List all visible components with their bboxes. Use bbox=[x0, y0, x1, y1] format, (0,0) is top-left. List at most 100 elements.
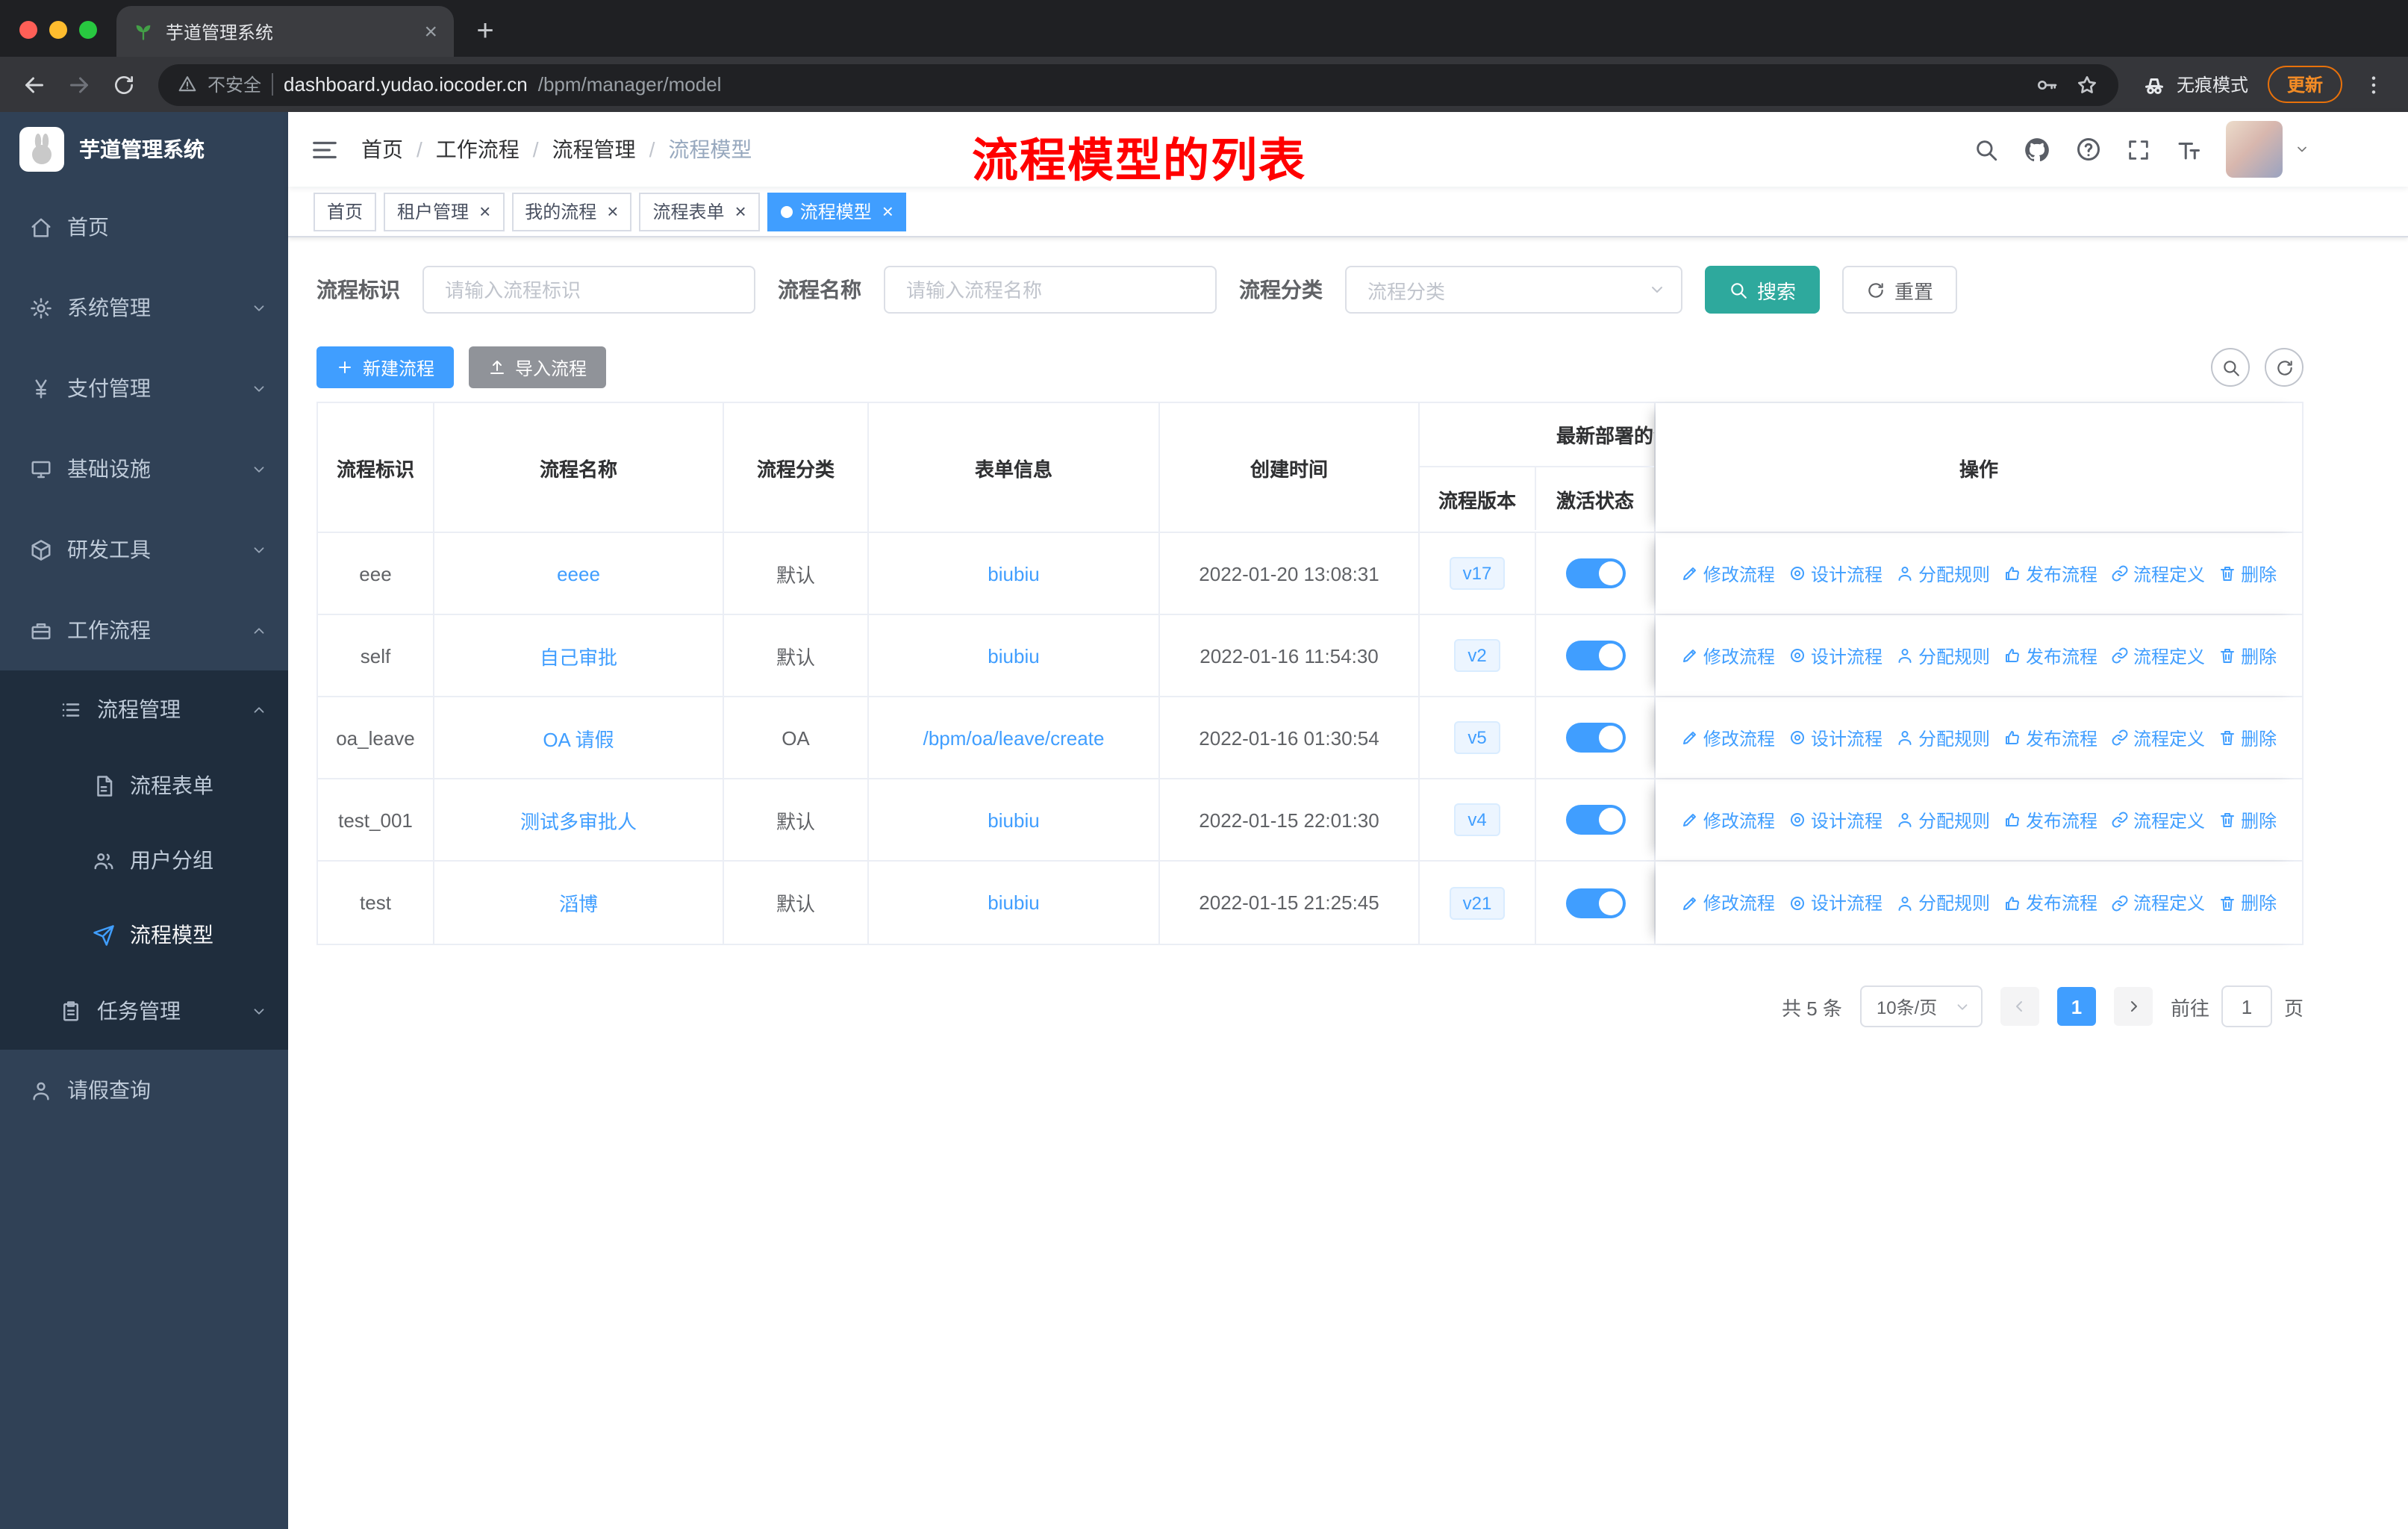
row-action-0[interactable]: 修改流程 bbox=[1681, 643, 1775, 668]
row-action-0[interactable]: 修改流程 bbox=[1681, 890, 1775, 915]
close-tag-icon[interactable]: × bbox=[735, 202, 746, 221]
new-tab-button[interactable]: + bbox=[463, 9, 508, 54]
page-size-select[interactable]: 10条/页 bbox=[1859, 985, 1983, 1027]
import-process-button[interactable]: 导入流程 bbox=[469, 346, 607, 388]
bookmark-star-icon[interactable] bbox=[2075, 72, 2099, 96]
zoom-window-button[interactable] bbox=[79, 21, 97, 39]
github-icon[interactable] bbox=[2023, 135, 2051, 164]
process-name-link[interactable]: 自己审批 bbox=[540, 641, 617, 670]
tag-4[interactable]: 流程模型 × bbox=[767, 192, 907, 231]
row-action-5[interactable]: 删除 bbox=[2218, 643, 2277, 668]
active-toggle[interactable] bbox=[1565, 723, 1625, 753]
reload-button[interactable] bbox=[102, 62, 146, 107]
form-link[interactable]: /bpm/oa/leave/create bbox=[923, 726, 1105, 749]
password-key-icon[interactable] bbox=[2035, 72, 2059, 96]
sidebar-item-8[interactable]: 用户分组 bbox=[0, 823, 288, 897]
close-window-button[interactable] bbox=[19, 21, 37, 39]
next-page-button[interactable] bbox=[2113, 987, 2153, 1026]
version-badge[interactable]: v5 bbox=[1454, 721, 1500, 754]
row-action-3[interactable]: 发布流程 bbox=[2003, 643, 2097, 668]
version-badge[interactable]: v2 bbox=[1454, 639, 1500, 672]
reset-button[interactable]: 重置 bbox=[1842, 266, 1958, 314]
row-action-0[interactable]: 修改流程 bbox=[1681, 561, 1775, 586]
fullscreen-icon[interactable] bbox=[2126, 137, 2151, 162]
row-action-0[interactable]: 修改流程 bbox=[1681, 807, 1775, 832]
prev-page-button[interactable] bbox=[2000, 987, 2039, 1026]
row-action-4[interactable]: 流程定义 bbox=[2111, 561, 2205, 586]
category-select[interactable]: 流程分类 bbox=[1345, 266, 1682, 314]
row-action-1[interactable]: 设计流程 bbox=[1788, 561, 1883, 586]
row-action-4[interactable]: 流程定义 bbox=[2111, 890, 2205, 915]
process-name-link[interactable]: 测试多审批人 bbox=[520, 806, 637, 834]
close-tag-icon[interactable]: × bbox=[479, 202, 490, 221]
breadcrumb-item-home[interactable]: 首页 bbox=[361, 134, 403, 164]
form-link[interactable]: biubiu bbox=[988, 809, 1039, 831]
active-toggle[interactable] bbox=[1565, 558, 1625, 588]
create-process-button[interactable]: 新建流程 bbox=[316, 346, 455, 388]
active-toggle[interactable] bbox=[1565, 805, 1625, 835]
close-tab-icon[interactable]: × bbox=[424, 20, 437, 43]
active-toggle[interactable] bbox=[1565, 641, 1625, 670]
breadcrumb-item-process-mgmt[interactable]: 流程管理 bbox=[552, 134, 636, 164]
row-action-1[interactable]: 设计流程 bbox=[1788, 643, 1883, 668]
row-action-5[interactable]: 删除 bbox=[2218, 561, 2277, 586]
sidebar-item-7[interactable]: 流程表单 bbox=[0, 748, 288, 823]
search-button[interactable]: 搜索 bbox=[1705, 266, 1821, 314]
tag-0[interactable]: 首页 bbox=[314, 192, 377, 231]
browser-update-button[interactable]: 更新 bbox=[2267, 66, 2342, 103]
row-action-5[interactable]: 删除 bbox=[2218, 807, 2277, 832]
font-size-icon[interactable] bbox=[2175, 136, 2202, 163]
close-tag-icon[interactable]: × bbox=[607, 202, 618, 221]
sidebar-item-4[interactable]: 研发工具 bbox=[0, 509, 288, 590]
goto-page-input[interactable] bbox=[2221, 985, 2272, 1027]
address-bar[interactable]: 不安全 dashboard.yudao.iocoder.cn/bpm/manag… bbox=[158, 63, 2118, 105]
row-action-1[interactable]: 设计流程 bbox=[1788, 890, 1883, 915]
breadcrumb-item-workflow[interactable]: 工作流程 bbox=[436, 134, 520, 164]
avatar-caret-icon[interactable] bbox=[2295, 142, 2309, 157]
sidebar-item-3[interactable]: 基础设施 bbox=[0, 429, 288, 509]
version-badge[interactable]: v17 bbox=[1449, 557, 1506, 590]
sidebar-item-9[interactable]: 流程模型 bbox=[0, 897, 288, 972]
sidebar-item-6[interactable]: 流程管理 bbox=[0, 670, 288, 748]
page-number-current[interactable]: 1 bbox=[2056, 987, 2096, 1026]
process-name-input[interactable] bbox=[884, 266, 1217, 314]
row-action-4[interactable]: 流程定义 bbox=[2111, 725, 2205, 750]
tag-2[interactable]: 我的流程 × bbox=[511, 192, 632, 231]
close-tag-icon[interactable]: × bbox=[882, 202, 893, 221]
sidebar-item-10[interactable]: 任务管理 bbox=[0, 972, 288, 1050]
row-action-3[interactable]: 发布流程 bbox=[2003, 725, 2097, 750]
row-action-2[interactable]: 分配规则 bbox=[1896, 890, 1990, 915]
row-action-4[interactable]: 流程定义 bbox=[2111, 643, 2205, 668]
process-name-link[interactable]: 滔博 bbox=[559, 888, 598, 917]
form-link[interactable]: biubiu bbox=[988, 562, 1039, 585]
show-search-button[interactable] bbox=[2211, 348, 2250, 387]
sidebar-item-11[interactable]: 请假查询 bbox=[0, 1050, 288, 1130]
help-icon[interactable] bbox=[2075, 136, 2102, 163]
version-badge[interactable]: v21 bbox=[1449, 886, 1506, 919]
avatar[interactable] bbox=[2226, 121, 2283, 178]
row-action-3[interactable]: 发布流程 bbox=[2003, 890, 2097, 915]
process-key-input[interactable] bbox=[422, 266, 755, 314]
sidebar-item-0[interactable]: 首页 bbox=[0, 187, 288, 267]
row-action-3[interactable]: 发布流程 bbox=[2003, 807, 2097, 832]
forward-button[interactable] bbox=[57, 62, 102, 107]
version-badge[interactable]: v4 bbox=[1454, 803, 1500, 836]
sidebar-item-2[interactable]: 支付管理 bbox=[0, 348, 288, 429]
refresh-table-button[interactable] bbox=[2265, 348, 2303, 387]
form-link[interactable]: biubiu bbox=[988, 891, 1039, 914]
sidebar-item-1[interactable]: 系统管理 bbox=[0, 267, 288, 348]
row-action-0[interactable]: 修改流程 bbox=[1681, 725, 1775, 750]
process-name-link[interactable]: eeee bbox=[557, 562, 600, 585]
minimize-window-button[interactable] bbox=[49, 21, 67, 39]
row-action-2[interactable]: 分配规则 bbox=[1896, 561, 1990, 586]
row-action-1[interactable]: 设计流程 bbox=[1788, 725, 1883, 750]
row-action-5[interactable]: 删除 bbox=[2218, 890, 2277, 915]
back-button[interactable] bbox=[12, 62, 57, 107]
browser-menu-icon[interactable] bbox=[2351, 62, 2396, 107]
row-action-2[interactable]: 分配规则 bbox=[1896, 725, 1990, 750]
active-toggle[interactable] bbox=[1565, 888, 1625, 918]
form-link[interactable]: biubiu bbox=[988, 644, 1039, 667]
row-action-1[interactable]: 设计流程 bbox=[1788, 807, 1883, 832]
row-action-2[interactable]: 分配规则 bbox=[1896, 643, 1990, 668]
process-name-link[interactable]: OA 请假 bbox=[543, 723, 614, 752]
